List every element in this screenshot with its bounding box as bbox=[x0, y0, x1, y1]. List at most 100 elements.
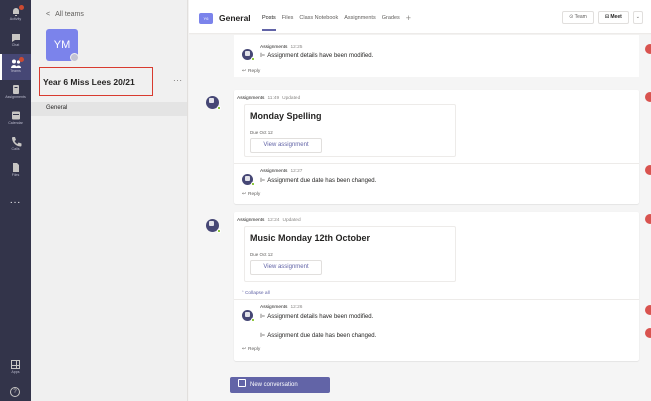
reaction-icon[interactable] bbox=[645, 44, 651, 54]
assignments-bot-avatar bbox=[206, 96, 221, 110]
channel-title: General bbox=[219, 13, 251, 23]
reply-arrow-icon: ↩ bbox=[242, 192, 247, 197]
reply-divider bbox=[234, 299, 639, 300]
document-icon: ⊫ bbox=[260, 333, 266, 339]
phone-icon bbox=[11, 137, 21, 147]
all-teams-label: All teams bbox=[55, 11, 84, 18]
view-assignment-button[interactable]: View assignment bbox=[250, 138, 322, 153]
reply-time: 12:26 bbox=[290, 305, 303, 310]
post-time: 11:49 bbox=[267, 96, 280, 101]
meet-dropdown-button[interactable]: ⌄ bbox=[632, 11, 643, 24]
team-more-options[interactable]: ··· bbox=[173, 76, 183, 85]
reaction-icon[interactable] bbox=[645, 214, 651, 224]
reply-time: 12:27 bbox=[290, 169, 303, 174]
rail-label: Calls bbox=[11, 147, 20, 151]
reply-label: Reply bbox=[248, 69, 261, 74]
meet-button[interactable]: ⊡ Meet bbox=[597, 11, 629, 24]
reply-message: ⊫ Assignment due date has been changed. bbox=[260, 332, 376, 339]
reply-link[interactable]: ↩ Reply bbox=[242, 347, 260, 352]
post-meta: Assignments 12:24 Updated bbox=[237, 218, 301, 223]
reaction-icon[interactable] bbox=[645, 305, 651, 315]
tab-posts[interactable]: Posts bbox=[262, 15, 276, 31]
rail-assignments[interactable]: Assignments bbox=[0, 80, 31, 106]
files-icon bbox=[12, 163, 19, 172]
reply-author: Assignments bbox=[260, 305, 288, 310]
tab-class-notebook[interactable]: Class Notebook bbox=[299, 15, 338, 21]
help-icon[interactable]: ? bbox=[10, 387, 20, 397]
reply-link[interactable]: ↩ Reply bbox=[242, 192, 260, 197]
post-author: Assignments bbox=[237, 218, 265, 223]
online-status bbox=[217, 106, 221, 110]
posts-feed: Assignments 12:25 ⊫ Assignment details hav… bbox=[189, 35, 651, 401]
collapse-all-link[interactable]: ˆ Collapse all bbox=[242, 291, 270, 296]
add-tab-button[interactable]: + bbox=[406, 14, 411, 23]
team-name: Year 6 Miss Lees 20/21 bbox=[43, 77, 135, 87]
reply-text: Assignment details have been modified. bbox=[267, 53, 374, 59]
reply-time: 12:25 bbox=[290, 45, 303, 50]
post-thread: Assignments 12:24 Updated Music Monday 12t… bbox=[234, 212, 639, 361]
new-conversation-label: New conversation bbox=[250, 382, 298, 388]
header-actions: ⊙ Team ⊡ Meet ⌄ bbox=[562, 11, 643, 24]
reply-link[interactable]: ↩ Reply bbox=[242, 69, 260, 74]
view-assignment-button[interactable]: View assignment bbox=[250, 260, 322, 275]
reply-label: Reply bbox=[248, 192, 261, 197]
tab-bar: Posts Files Class Notebook Assignments G… bbox=[262, 14, 411, 31]
rail-apps[interactable]: Apps bbox=[0, 360, 31, 374]
post-status: Updated bbox=[282, 218, 301, 223]
thread0-content: Assignments 12:25 ⊫ Assignment details hav… bbox=[234, 35, 639, 77]
rail-chat[interactable]: Chat bbox=[0, 28, 31, 54]
reaction-icon[interactable] bbox=[645, 92, 651, 102]
assignments-bot-avatar bbox=[242, 174, 255, 186]
reaction-icon[interactable] bbox=[645, 165, 651, 175]
post-meta: Assignments 11:49 Updated bbox=[237, 96, 300, 101]
assignment-due: Due Oct 12 bbox=[250, 252, 273, 257]
reply-text: Assignment due date has been changed. bbox=[267, 178, 377, 184]
tab-assignments[interactable]: Assignments bbox=[344, 15, 376, 21]
chevron-left-icon: < bbox=[46, 11, 51, 18]
notification-dot bbox=[19, 57, 24, 62]
rail-label: Apps bbox=[11, 370, 20, 374]
reply-meta: Assignments 12:25 bbox=[260, 45, 302, 50]
collapse-label: Collapse all bbox=[244, 291, 270, 296]
assignments-bot-avatar bbox=[242, 49, 255, 61]
reply-meta: Assignments 12:27 bbox=[260, 169, 302, 174]
tab-grades[interactable]: Grades bbox=[382, 15, 400, 21]
rail-label: Calendar bbox=[8, 121, 23, 125]
document-icon: ⊫ bbox=[260, 53, 266, 59]
team-avatar[interactable]: YM bbox=[46, 29, 79, 62]
post-thread: Assignments 11:49 Updated Monday Spelling … bbox=[234, 90, 639, 204]
team-sidebar: < All teams YM Year 6 Miss Lees 20/21 ···… bbox=[31, 0, 188, 401]
reply-author: Assignments bbox=[260, 169, 288, 174]
document-icon: ⊫ bbox=[260, 314, 266, 320]
reply-message: ⊫ Assignment due date has been changed. bbox=[260, 177, 376, 184]
channel-team-icon: Y6 bbox=[199, 13, 213, 24]
rail-more-apps[interactable]: ... bbox=[0, 196, 31, 206]
chat-icon bbox=[11, 34, 20, 42]
all-teams-link[interactable]: < All teams bbox=[46, 11, 84, 18]
reply-message: ⊫ Assignment details have been modified. bbox=[260, 313, 373, 320]
rail-calls[interactable]: Calls bbox=[0, 132, 31, 158]
rail-calendar[interactable]: Calendar bbox=[0, 106, 31, 132]
assignment-due: Due Oct 12 bbox=[250, 130, 273, 135]
assignments-icon bbox=[12, 85, 19, 94]
rail-label: Activity bbox=[9, 17, 22, 21]
document-icon: ⊫ bbox=[260, 178, 266, 184]
app-rail: Activity Chat Teams Assignments Calendar… bbox=[0, 0, 31, 401]
compose-icon bbox=[238, 379, 246, 387]
assignment-card: Monday Spelling Due Oct 12 View assignme… bbox=[244, 104, 456, 157]
team-button[interactable]: ⊙ Team bbox=[562, 11, 594, 24]
apps-grid-icon bbox=[11, 360, 20, 369]
rail-teams[interactable]: Teams bbox=[0, 54, 31, 80]
rail-files[interactable]: Files bbox=[0, 158, 31, 184]
assignment-title: Music Monday 12th October bbox=[250, 233, 371, 243]
new-conversation-button[interactable]: New conversation bbox=[230, 377, 330, 393]
assignments-bot-avatar bbox=[242, 310, 255, 322]
channel-label: General bbox=[46, 105, 68, 111]
rail-activity[interactable]: Activity bbox=[0, 2, 31, 28]
channel-general[interactable]: General bbox=[31, 102, 187, 116]
reply-message: ⊫ Assignment details have been modified. bbox=[260, 52, 373, 59]
tab-files[interactable]: Files bbox=[282, 15, 294, 21]
rail-label: Teams bbox=[10, 69, 21, 73]
reaction-icon[interactable] bbox=[645, 328, 651, 338]
rail-label: Chat bbox=[11, 43, 20, 47]
